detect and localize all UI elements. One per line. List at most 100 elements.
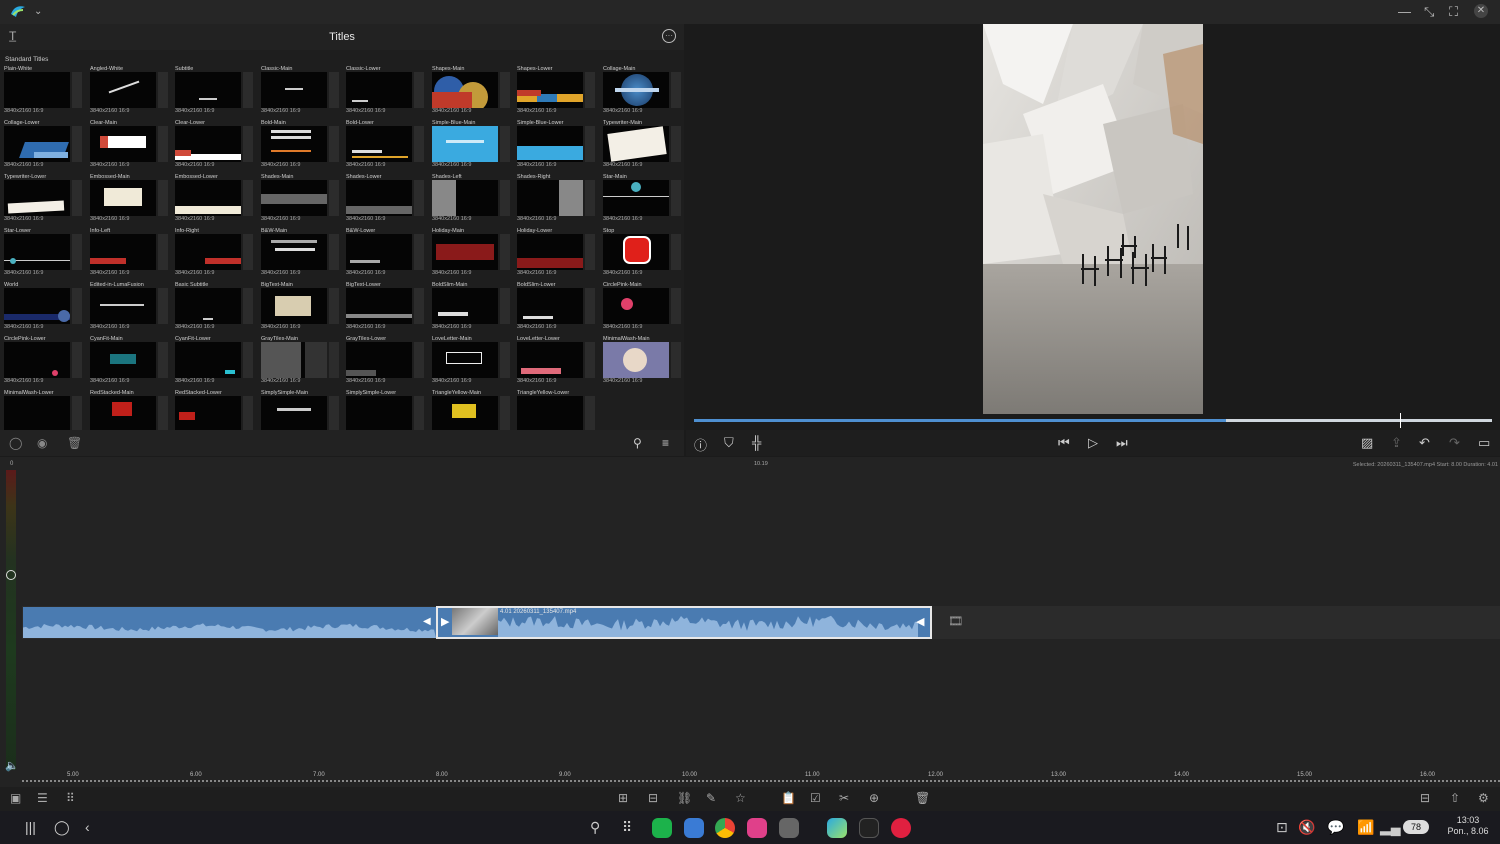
title-thumbnail[interactable] bbox=[4, 288, 70, 324]
title-thumbnail[interactable] bbox=[432, 180, 498, 216]
title-thumbnail[interactable] bbox=[4, 342, 70, 378]
title-thumbnail[interactable] bbox=[603, 288, 669, 324]
title-thumbnail[interactable] bbox=[261, 288, 327, 324]
skip-forward-icon[interactable]: ⏭ bbox=[1116, 435, 1128, 451]
title-thumbnail[interactable] bbox=[175, 126, 241, 162]
title-thumbnail[interactable] bbox=[346, 234, 412, 270]
title-tile[interactable]: Subtitle 3840x2160 16:9 bbox=[175, 66, 260, 120]
title-tile[interactable]: Shapes-Lower 3840x2160 16:9 bbox=[517, 66, 602, 120]
title-tile[interactable]: Star-Main 3840x2160 16:9 bbox=[603, 174, 688, 228]
back-icon[interactable]: ‹ bbox=[85, 819, 90, 835]
title-thumbnail[interactable] bbox=[175, 180, 241, 216]
title-tile[interactable]: Simple-Blue-Main 3840x2160 16:9 bbox=[432, 120, 517, 174]
title-thumbnail[interactable] bbox=[90, 72, 156, 108]
title-thumbnail[interactable] bbox=[175, 288, 241, 324]
overwrite-icon[interactable]: ⊟ bbox=[648, 791, 658, 805]
screenshot-icon[interactable]: ⊡ bbox=[1276, 819, 1288, 836]
title-thumbnail[interactable] bbox=[261, 126, 327, 162]
title-tile[interactable]: Clear-Main 3840x2160 16:9 bbox=[90, 120, 175, 174]
preview-frame[interactable] bbox=[983, 24, 1203, 414]
title-thumbnail[interactable] bbox=[517, 180, 583, 216]
title-tile[interactable]: Star-Lower 3840x2160 16:9 bbox=[4, 228, 89, 282]
scrubber-handle[interactable] bbox=[1400, 413, 1401, 428]
title-tile[interactable]: Clear-Lower 3840x2160 16:9 bbox=[175, 120, 260, 174]
title-thumbnail[interactable] bbox=[90, 234, 156, 270]
title-tile[interactable]: CyanFit-Main 3840x2160 16:9 bbox=[90, 336, 175, 390]
gallery-app-icon[interactable] bbox=[747, 818, 767, 838]
skip-back-icon[interactable]: ⏮ bbox=[1058, 435, 1070, 451]
app-logo-icon[interactable] bbox=[10, 4, 26, 22]
messages-app-icon[interactable] bbox=[684, 818, 704, 838]
title-thumbnail[interactable] bbox=[175, 342, 241, 378]
title-thumbnail[interactable] bbox=[175, 396, 241, 432]
title-thumbnail[interactable] bbox=[175, 234, 241, 270]
title-thumbnail[interactable] bbox=[603, 342, 669, 378]
timeline-clip[interactable]: ◀ bbox=[23, 607, 436, 638]
trim-left-icon[interactable]: ▶ bbox=[441, 615, 449, 628]
link-icon[interactable]: ⛓ bbox=[677, 791, 692, 805]
chat-icon[interactable]: 💬 bbox=[1327, 819, 1344, 836]
title-thumbnail[interactable] bbox=[261, 234, 327, 270]
title-thumbnail[interactable] bbox=[346, 180, 412, 216]
phone-app-icon[interactable] bbox=[652, 818, 672, 838]
title-tile[interactable]: CyanFit-Lower 3840x2160 16:9 bbox=[175, 336, 260, 390]
play-icon[interactable]: ▷ bbox=[1088, 435, 1098, 451]
title-thumbnail[interactable] bbox=[432, 72, 498, 108]
scissors-icon[interactable]: ✂ bbox=[839, 791, 849, 805]
title-thumbnail[interactable] bbox=[346, 342, 412, 378]
title-thumbnail[interactable] bbox=[4, 126, 70, 162]
title-thumbnail[interactable] bbox=[346, 72, 412, 108]
title-thumbnail[interactable] bbox=[432, 234, 498, 270]
title-tile[interactable]: Info-Right 3840x2160 16:9 bbox=[175, 228, 260, 282]
title-tile[interactable]: Embossed-Lower 3840x2160 16:9 bbox=[175, 174, 260, 228]
title-tile[interactable]: Shades-Right 3840x2160 16:9 bbox=[517, 174, 602, 228]
selected-timeline-clip[interactable]: ▶ 4.01 20260311_135407.mp4 ◀ bbox=[436, 606, 932, 639]
title-tile[interactable]: Angled-White 3840x2160 16:9 bbox=[90, 66, 175, 120]
apps-grid-icon[interactable]: ⠿ bbox=[622, 819, 632, 836]
search-app-icon[interactable]: ⚲ bbox=[590, 819, 600, 836]
title-tile[interactable]: Embossed-Main 3840x2160 16:9 bbox=[90, 174, 175, 228]
title-thumbnail[interactable] bbox=[346, 126, 412, 162]
title-tile[interactable]: Stop 3840x2160 16:9 bbox=[603, 228, 688, 282]
title-tile[interactable]: Holiday-Lower 3840x2160 16:9 bbox=[517, 228, 602, 282]
title-thumbnail[interactable] bbox=[432, 288, 498, 324]
layout-icon[interactable]: ⊟ bbox=[1420, 791, 1430, 805]
layers-icon[interactable]: ☰ bbox=[37, 791, 48, 805]
share-icon[interactable]: ⇧ bbox=[1450, 791, 1460, 805]
redo-icon[interactable]: ↷ bbox=[1449, 435, 1460, 451]
title-thumbnail[interactable] bbox=[603, 180, 669, 216]
close-icon[interactable]: ✕ bbox=[1474, 4, 1488, 18]
minimize-icon[interactable]: — bbox=[1398, 4, 1411, 20]
title-tile[interactable]: Typewriter-Lower 3840x2160 16:9 bbox=[4, 174, 89, 228]
favorite-clip-icon[interactable]: ☆ bbox=[735, 791, 746, 805]
title-tile[interactable]: Typewriter-Main 3840x2160 16:9 bbox=[603, 120, 688, 174]
title-tile[interactable]: Bold-Lower 3840x2160 16:9 bbox=[346, 120, 431, 174]
title-tile[interactable]: CirclePink-Lower 3840x2160 16:9 bbox=[4, 336, 89, 390]
title-tile[interactable]: LoveLetter-Main 3840x2160 16:9 bbox=[432, 336, 517, 390]
lumafusion-app-icon[interactable] bbox=[827, 818, 847, 838]
fullscreen-preview-icon[interactable]: ▭ bbox=[1478, 435, 1490, 451]
media-library-icon[interactable]: ▣ bbox=[10, 791, 21, 805]
title-tile[interactable]: World 3840x2160 16:9 bbox=[4, 282, 89, 336]
title-thumbnail[interactable] bbox=[603, 234, 669, 270]
title-tile[interactable]: Collage-Main 3840x2160 16:9 bbox=[603, 66, 688, 120]
title-tile[interactable]: Shades-Left 3840x2160 16:9 bbox=[432, 174, 517, 228]
title-thumbnail[interactable] bbox=[175, 72, 241, 108]
title-thumbnail[interactable] bbox=[261, 342, 327, 378]
trim-right-icon[interactable]: ◀ bbox=[916, 615, 924, 628]
timeline-ruler[interactable]: 5.00 6.00 7.00 8.00 9.00 10.00 11.00 12.00 13.00… bbox=[22, 766, 1500, 786]
title-thumbnail[interactable] bbox=[90, 288, 156, 324]
title-tile[interactable]: CirclePink-Main 3840x2160 16:9 bbox=[603, 282, 688, 336]
fullscreen-icon[interactable]: ⛶ bbox=[1449, 4, 1458, 20]
film-strip-icon[interactable]: 🎞 bbox=[948, 614, 963, 628]
recent-apps-icon[interactable]: ||| bbox=[25, 819, 36, 835]
volume-icon[interactable]: 🔈 bbox=[5, 759, 19, 772]
home-icon[interactable]: ◯ bbox=[54, 819, 70, 836]
delete-icon[interactable]: 🗑 bbox=[915, 791, 930, 805]
title-tile[interactable]: B&W-Lower 3840x2160 16:9 bbox=[346, 228, 431, 282]
title-thumbnail[interactable] bbox=[517, 126, 583, 162]
settings-icon[interactable]: ⚙ bbox=[1478, 791, 1489, 805]
title-tile[interactable]: MinimalWash-Main 3840x2160 16:9 bbox=[603, 336, 688, 390]
export-icon[interactable]: ⇪ bbox=[1391, 435, 1402, 451]
title-tile[interactable]: GrayTiles-Lower 3840x2160 16:9 bbox=[346, 336, 431, 390]
